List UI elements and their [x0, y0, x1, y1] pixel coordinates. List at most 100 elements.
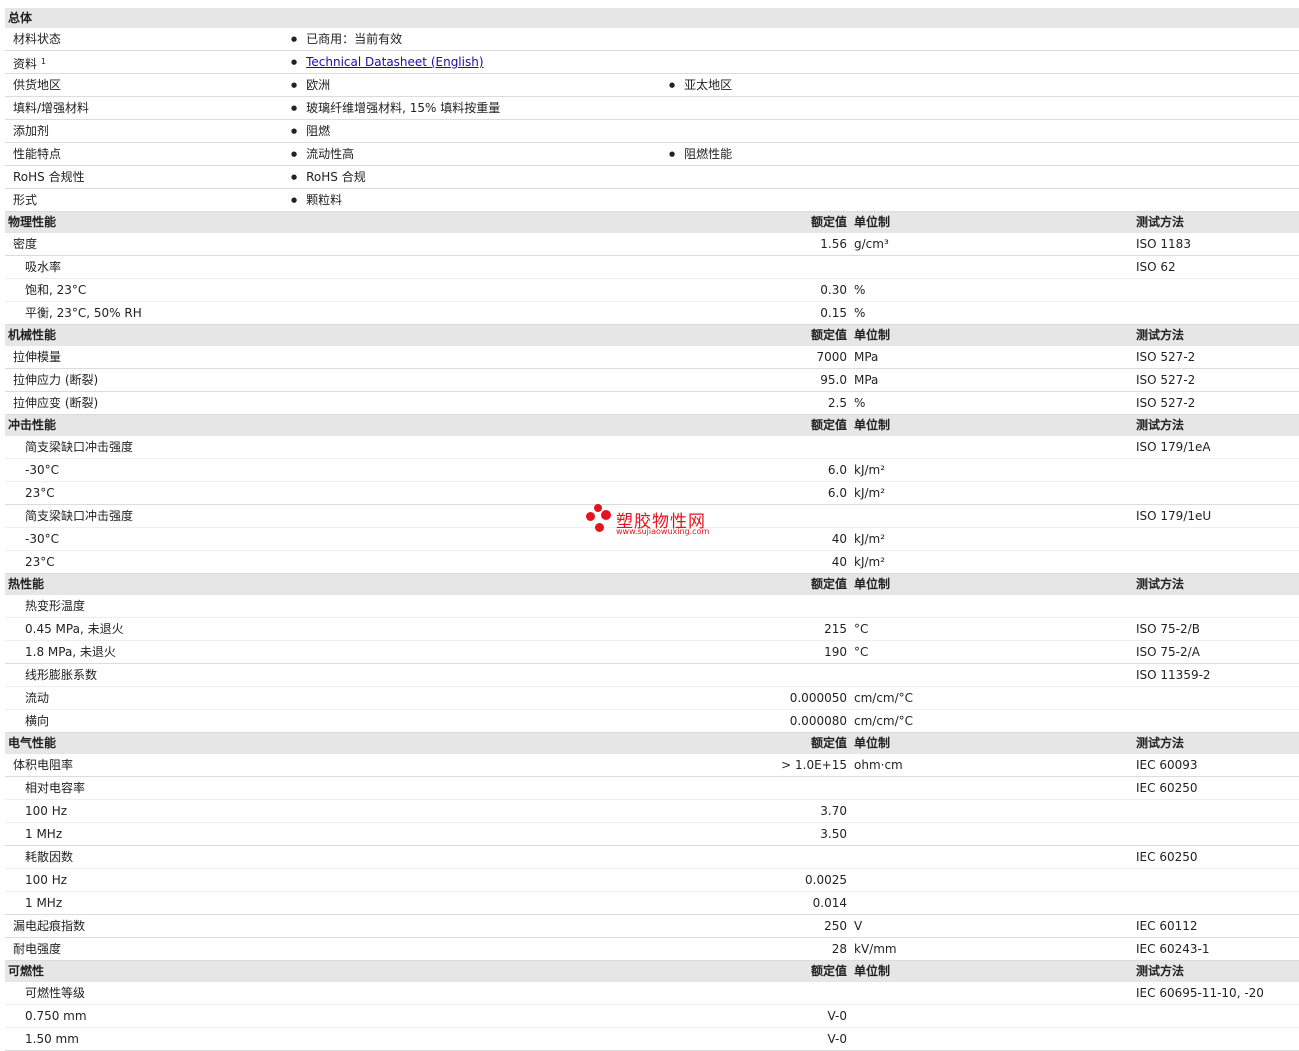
property-test-method: ISO 62 — [1136, 260, 1176, 274]
property-row: 横向 0.000080 cm/cm/°C — [5, 710, 1299, 733]
property-value: V-0 — [827, 1032, 847, 1046]
bullet-text: 已商用：当前有效 — [306, 32, 403, 46]
property-test-method: ISO 179/1eU — [1136, 509, 1212, 523]
property-name: 23°C — [25, 555, 55, 569]
section-header-general: 总体 — [5, 8, 1299, 28]
property-value: 0.30 — [820, 283, 847, 297]
section-title: 总体 — [8, 11, 33, 25]
bullet-item: 颗粒料 — [291, 189, 342, 213]
bullet-text: 玻璃纤维增强材料, 15% 填料按重量 — [306, 101, 501, 115]
property-label: 供货地区 — [13, 78, 62, 92]
bullet-text: 亚太地区 — [684, 78, 733, 92]
property-name: 饱和, 23°C — [25, 283, 87, 297]
footnote-marker: 1 — [40, 57, 46, 66]
property-name: 100 Hz — [25, 873, 68, 887]
general-row: 添加剂 阻燃 — [5, 120, 1299, 143]
property-row: 0.45 MPa, 未退火 215 °C ISO 75-2/B — [5, 618, 1299, 641]
property-name: 体积电阻率 — [13, 758, 74, 772]
section-header: 电气性能 额定值 单位制 测试方法 — [5, 733, 1299, 754]
property-unit: kJ/m² — [854, 532, 886, 546]
header-unit: 单位制 — [854, 577, 891, 591]
watermark-url: www.sujiaowuxing.com — [616, 527, 710, 536]
property-name: 漏电起痕指数 — [13, 919, 86, 933]
header-unit: 单位制 — [854, 736, 891, 750]
property-value: 2.5 — [827, 396, 847, 410]
header-test-method: 测试方法 — [1136, 736, 1185, 750]
bullet-item: 欧洲 — [291, 74, 330, 98]
property-unit: cm/cm/°C — [854, 714, 914, 728]
property-name: 材料状态 — [13, 28, 61, 50]
property-name: 供货地区 — [13, 74, 61, 96]
property-row: 体积电阻率 > 1.0E+15 ohm·cm IEC 60093 — [5, 754, 1299, 777]
property-test-method: ISO 527-2 — [1136, 396, 1196, 410]
section-header: 可燃性 额定值 单位制 测试方法 — [5, 961, 1299, 982]
bullet-item: 阻燃性能 — [669, 143, 732, 167]
header-nominal-value: 额定值 — [810, 577, 847, 591]
property-name: 拉伸应变 (断裂) — [13, 396, 99, 410]
header-unit: 单位制 — [854, 964, 891, 978]
property-unit: g/cm³ — [854, 237, 889, 251]
bullet-item: 玻璃纤维增强材料, 15% 填料按重量 — [291, 97, 500, 121]
header-test-method: 测试方法 — [1136, 418, 1185, 432]
property-value: 7000 — [816, 350, 847, 364]
property-value: 250 — [824, 919, 847, 933]
general-row: 填料/增强材料 玻璃纤维增强材料, 15% 填料按重量 — [5, 97, 1299, 120]
property-value: 1.56 — [820, 237, 847, 251]
property-value: > 1.0E+15 — [781, 758, 847, 772]
property-row: 1.50 mm V-0 — [5, 1028, 1299, 1051]
property-value: 0.15 — [820, 306, 847, 320]
property-value: 0.014 — [812, 896, 847, 910]
general-row: 材料状态 已商用：当前有效 — [5, 28, 1299, 51]
property-name: -30°C — [25, 532, 59, 546]
property-name: 平衡, 23°C, 50% RH — [25, 306, 142, 320]
datasheet-link[interactable]: Technical Datasheet (English) — [306, 55, 483, 69]
watermark-logo: 塑胶物性网 www.sujiaowuxing.com — [586, 504, 721, 540]
property-value: 0.000080 — [789, 714, 847, 728]
section-title: 机械性能 — [8, 328, 57, 342]
property-name: 拉伸应力 (断裂) — [13, 373, 99, 387]
property-test-method: ISO 527-2 — [1136, 373, 1196, 387]
property-name: 1.8 MPa, 未退火 — [25, 645, 116, 659]
property-test-method: IEC 60093 — [1136, 758, 1198, 772]
header-test-method: 测试方法 — [1136, 328, 1185, 342]
property-value: 215 — [824, 622, 847, 636]
property-name: RoHS 合规性 — [13, 166, 85, 188]
property-value: 0.000050 — [789, 691, 847, 705]
bullet-text: 欧洲 — [306, 78, 331, 92]
property-row: 相对电容率 IEC 60250 — [5, 777, 1299, 800]
property-label: 资料 — [13, 57, 38, 71]
property-label: RoHS 合规性 — [13, 170, 85, 184]
property-unit: V — [854, 919, 863, 933]
section-header: 热性能 额定值 单位制 测试方法 — [5, 574, 1299, 595]
section-header: 物理性能 额定值 单位制 测试方法 — [5, 212, 1299, 233]
header-nominal-value: 额定值 — [810, 215, 847, 229]
property-value: V-0 — [827, 1009, 847, 1023]
header-nominal-value: 额定值 — [810, 964, 847, 978]
general-row: 性能特点 流动性高 阻燃性能 — [5, 143, 1299, 166]
property-name: 可燃性等级 — [25, 986, 86, 1000]
property-unit: % — [854, 306, 866, 320]
header-unit: 单位制 — [854, 215, 891, 229]
property-value: 6.0 — [827, 463, 847, 477]
property-label: 性能特点 — [13, 147, 62, 161]
property-unit: kV/mm — [854, 942, 897, 956]
property-unit: cm/cm/°C — [854, 691, 914, 705]
section-title: 物理性能 — [8, 215, 57, 229]
bullet-text: 阻燃 — [306, 124, 331, 138]
section-title: 冲击性能 — [8, 418, 57, 432]
property-row: 可燃性等级 IEC 60695-11-10, -20 — [5, 982, 1299, 1005]
property-label: 填料/增强材料 — [13, 101, 90, 115]
property-test-method: IEC 60243-1 — [1136, 942, 1210, 956]
property-name: 密度 — [13, 237, 38, 251]
general-row: 形式 颗粒料 — [5, 189, 1299, 212]
bullet-item: 流动性高 — [291, 143, 354, 167]
property-row: 1 MHz 0.014 — [5, 892, 1299, 915]
property-name: 简支梁缺口冲击强度 — [25, 509, 134, 523]
property-label: 添加剂 — [13, 124, 50, 138]
header-nominal-value: 额定值 — [810, 418, 847, 432]
property-value: 40 — [831, 555, 847, 569]
general-row: RoHS 合规性 RoHS 合规 — [5, 166, 1299, 189]
property-row: 简支梁缺口冲击强度 ISO 179/1eA — [5, 436, 1299, 459]
property-row: 线形膨胀系数 ISO 11359-2 — [5, 664, 1299, 687]
property-name: 热变形温度 — [25, 599, 86, 613]
